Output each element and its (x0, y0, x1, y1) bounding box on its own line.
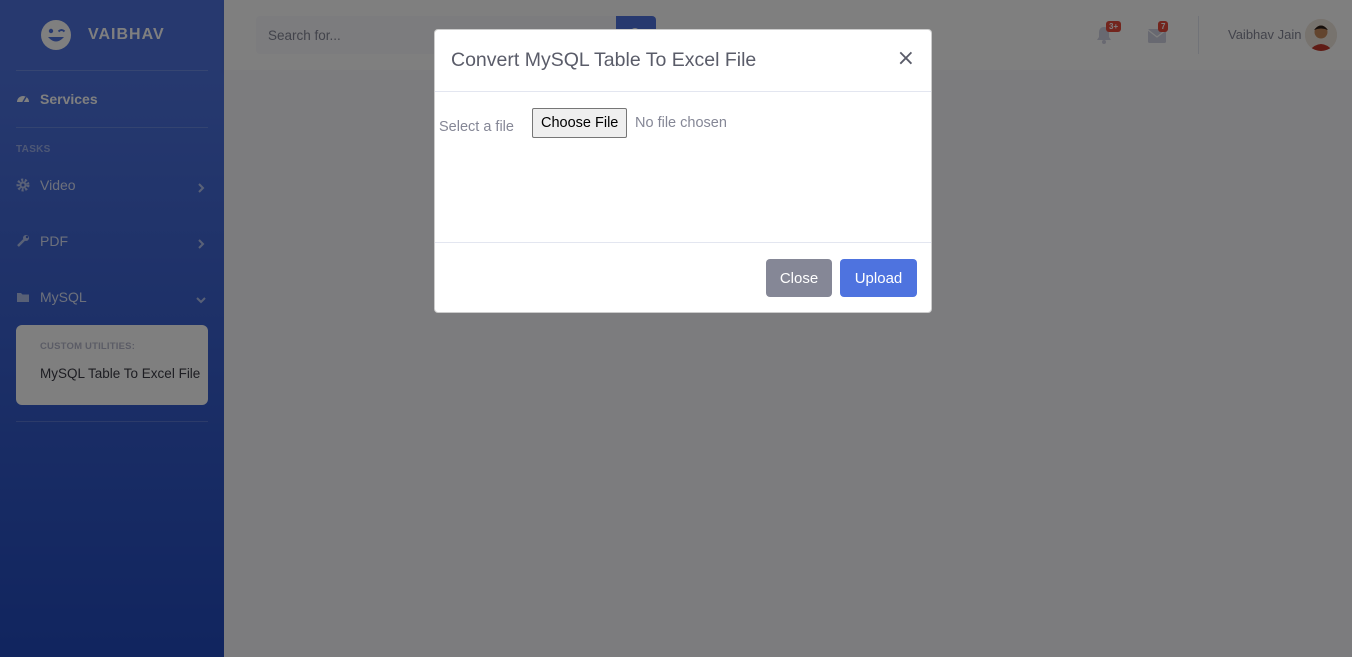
modal-header: Convert MySQL Table To Excel File × (435, 30, 931, 92)
modal-footer: Close Upload (435, 243, 931, 313)
file-label: Select a file (439, 119, 514, 135)
modal-body: Select a file Choose File No file chosen (435, 92, 931, 243)
close-button[interactable]: Close (766, 259, 832, 297)
file-status: No file chosen (635, 115, 727, 131)
choose-file-button[interactable]: Choose File (532, 108, 628, 138)
modal-title: Convert MySQL Table To Excel File (451, 49, 757, 71)
upload-button[interactable]: Upload (840, 259, 917, 297)
close-icon[interactable]: × (897, 48, 915, 70)
upload-modal: Convert MySQL Table To Excel File × Sele… (434, 29, 932, 313)
